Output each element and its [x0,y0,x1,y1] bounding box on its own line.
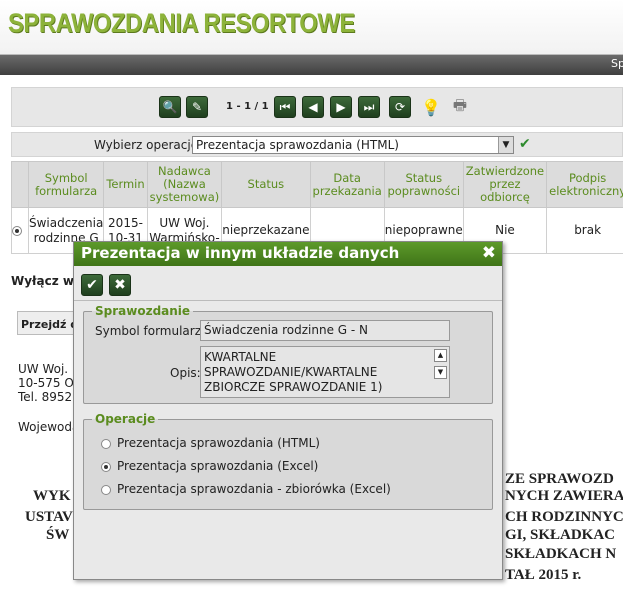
presentation-dialog: Prezentacja w innym układzie danych ✖ ✔ … [73,241,503,580]
next-page-icon[interactable]: ▶ [330,96,352,118]
confirm-button[interactable]: ✔ [81,274,103,296]
report-heading-fragment: ŚW [46,527,70,543]
lightbulb-icon[interactable]: 💡 [420,96,442,118]
report-heading-fragment: USTAV [25,509,73,525]
confirm-operation-icon[interactable]: ✔ [519,136,531,152]
option-radio[interactable] [101,438,111,449]
option-html[interactable]: Prezentacja sprawozdania (HTML) [101,436,320,450]
option-label: Prezentacja sprawozdania (Excel) [117,459,319,473]
opis-label: Opis: [170,366,201,380]
table-header-row: Symbol formularza Termin Nadawca (Nazwa … [11,161,623,208]
column-header[interactable]: Status [221,161,311,208]
operation-select-value: Prezentacja sprawozdania (HTML) [196,138,399,152]
symbol-field[interactable]: Świadczenia rodzinne G - N [200,320,450,341]
option-excel[interactable]: Prezentacja sprawozdania (Excel) [101,459,318,473]
cell-podpis: brak [546,207,623,254]
refresh-icon[interactable]: ⟳ [389,96,411,118]
divider [74,300,502,301]
dialog-header: Prezentacja w innym układzie danych ✖ [74,242,502,266]
report-heading-fragment: WYK [33,488,71,504]
report-heading-fragment: ZE SPRAWOZD [505,471,614,487]
address-block: UW Woj. 10-575 Ol Tel. 89523 [18,362,80,404]
address-line: UW Woj. [18,362,69,376]
report-heading-fragment: GI, SKŁADKAC [505,527,616,543]
top-bar-text[interactable]: Sp [611,57,623,70]
print-icon[interactable]: 🖶 [449,96,471,118]
top-bar: Sp [0,55,623,75]
column-header[interactable]: Symbol formularza [27,161,105,208]
app-title: SPRAWOZDANIA RESORTOWE [8,8,355,38]
chevron-down-icon[interactable]: ▼ [498,137,513,153]
row-radio[interactable] [11,207,29,254]
opis-line: SPRAWOZDANIE/KWARTALNE [204,365,378,379]
operations-legend: Operacje [95,412,156,426]
address-line: 10-575 Ol [18,376,78,390]
column-header[interactable]: Podpis elektroniczny [546,161,623,208]
close-icon[interactable]: ✖ [482,243,496,263]
operation-row: Wybierz operację: Prezentacja sprawozdan… [11,132,623,157]
banner: SPRAWOZDANIA RESORTOWE [0,0,623,55]
opis-line: ZBIORCZE SPRAWOZDANIE 1) [204,380,383,394]
column-header[interactable]: Nadawca (Nazwa systemowa) [146,161,223,208]
last-page-icon[interactable]: ⏭ [358,96,380,118]
report-legend: Sprawozdanie [95,304,191,318]
option-radio[interactable] [101,484,111,495]
scroll-down-icon[interactable]: ▼ [434,366,447,379]
select-column-header [11,161,29,208]
option-excel-summary[interactable]: Prezentacja sprawozdania - zbiorówka (Ex… [101,482,391,496]
option-radio[interactable] [101,461,111,472]
opis-line: KWARTALNE [204,350,277,364]
address-line: Tel. 89523 [18,390,80,404]
toolbar: 🔍 ✎ 1 - 1 / 1 ⏮ ◀ ▶ ⏭ ⟳ 💡 🖶 [11,87,623,127]
symbol-label: Symbol formularza: [95,324,213,338]
search-icon[interactable]: 🔍 [159,96,181,118]
prev-page-icon[interactable]: ◀ [302,96,324,118]
column-header[interactable]: Status poprawności [383,161,464,208]
column-header[interactable]: Zatwierdzone przez odbiorcę [462,161,548,208]
column-header[interactable]: Termin [103,161,148,208]
voivode-text: Wojewoda [18,420,80,434]
report-heading-fragment: SKŁADKACH N [505,546,617,562]
operation-label: Wybierz operację: [94,138,203,152]
cancel-button[interactable]: ✖ [109,274,131,296]
row-select-radio[interactable] [12,225,22,236]
option-label: Prezentacja sprawozdania (HTML) [117,436,320,450]
dialog-title: Prezentacja w innym układzie danych [81,244,400,262]
app: SPRAWOZDANIA RESORTOWE Sp 🔍 ✎ 1 - 1 / 1 … [0,0,623,589]
disable-view-text[interactable]: Wyłącz wi [11,274,78,288]
report-heading-fragment: TAŁ 2015 r. [505,567,582,583]
option-label: Prezentacja sprawozdania - zbiorówka (Ex… [117,482,391,496]
report-heading-fragment: CH RODZINNYC [505,509,623,525]
pager-text: 1 - 1 / 1 [226,101,269,112]
scroll-up-icon[interactable]: ▲ [434,349,447,362]
operation-select[interactable]: Prezentacja sprawozdania (HTML) ▼ [192,136,514,154]
report-heading-fragment: NYCH ZAWIERA [505,488,623,504]
opis-textarea[interactable]: KWARTALNE SPRAWOZDANIE/KWARTALNE ZBIORCZ… [200,346,450,398]
edit-icon[interactable]: ✎ [186,96,208,118]
first-page-icon[interactable]: ⏮ [274,96,296,118]
column-header[interactable]: Data przekazania [309,161,385,208]
